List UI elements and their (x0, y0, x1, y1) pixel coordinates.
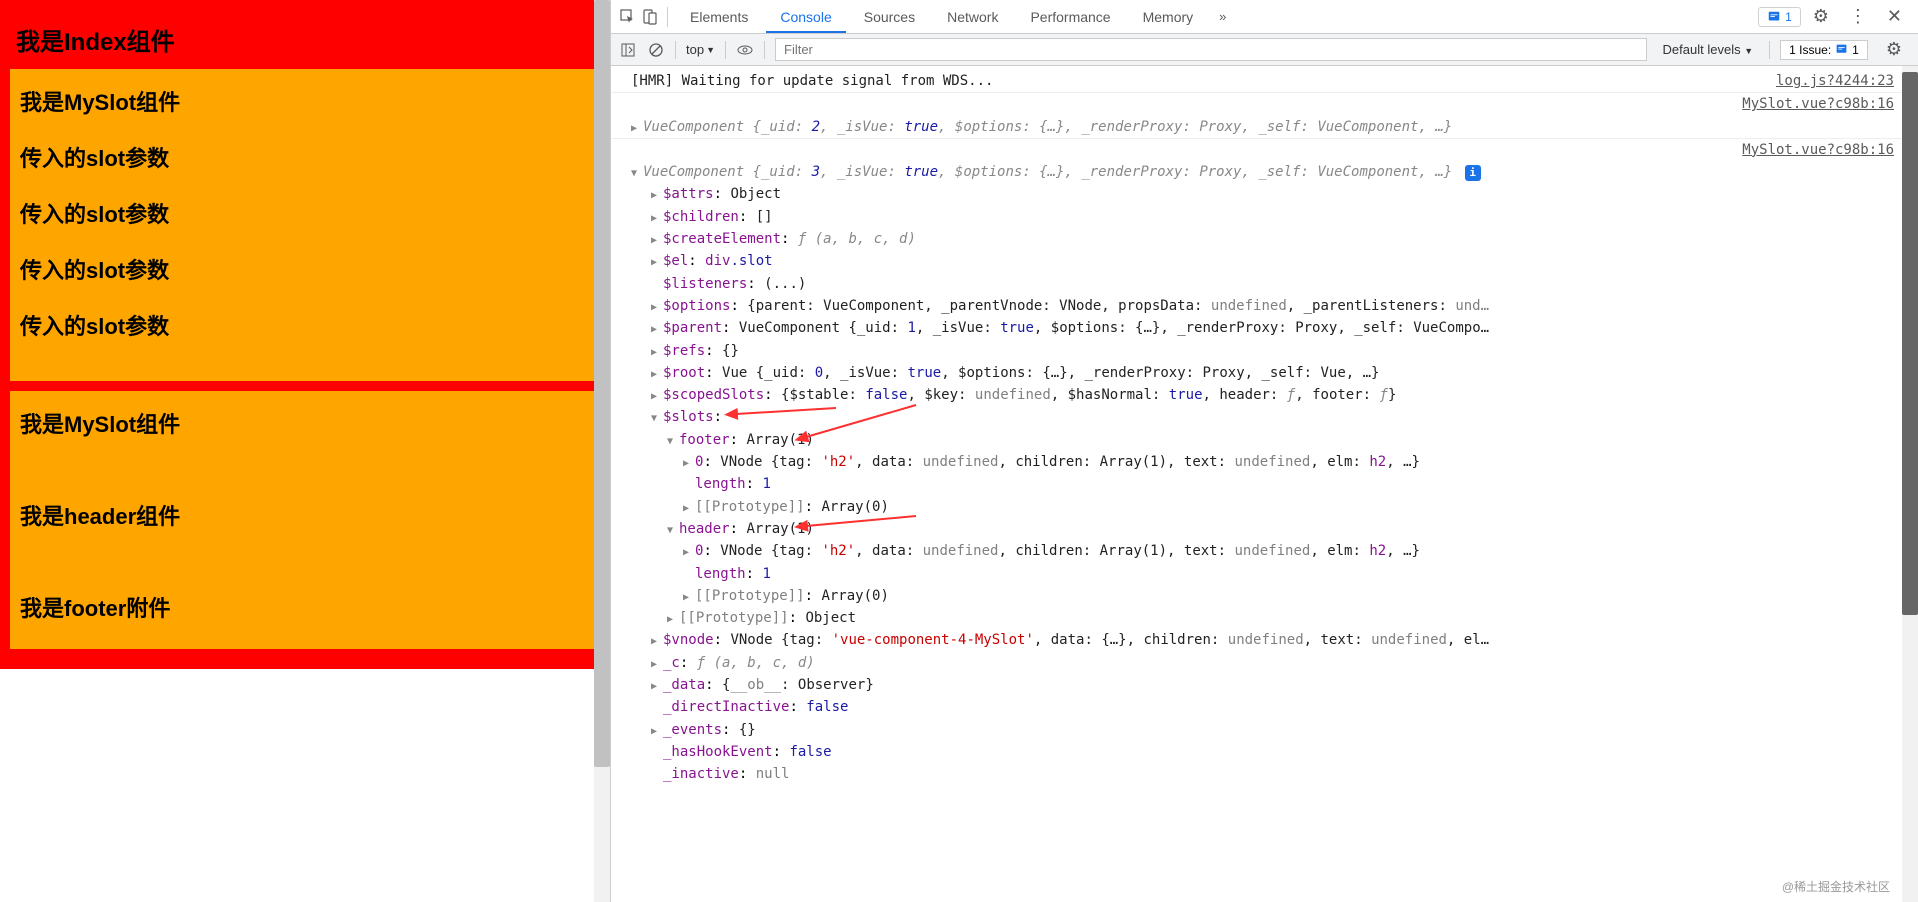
expand-icon[interactable] (667, 608, 679, 628)
close-icon[interactable]: ✕ (1879, 2, 1910, 31)
expand-icon[interactable] (651, 184, 663, 204)
myslot-component-2: 我是MySlot组件 我是header组件 我是footer附件 (10, 391, 600, 649)
console-toolbar: top ▼ Default levels ▼ 1 Issue: 1 ⚙ (611, 34, 1918, 66)
expand-icon[interactable] (651, 296, 663, 316)
tab-console[interactable]: Console (766, 1, 845, 33)
eye-icon[interactable] (736, 41, 754, 59)
expand-icon[interactable] (651, 207, 663, 227)
expand-icon[interactable] (651, 251, 663, 271)
kebab-icon[interactable]: ⋮ (1841, 2, 1875, 31)
expand-icon[interactable] (651, 675, 663, 695)
expand-icon[interactable] (651, 630, 663, 650)
collapse-icon[interactable] (667, 519, 679, 539)
expand-icon[interactable] (651, 720, 663, 740)
source-link[interactable]: MySlot.vue?c98b:16 (1742, 140, 1894, 160)
slot-param: 传入的slot参数 (20, 253, 590, 285)
clear-icon[interactable] (647, 41, 665, 59)
expand-icon[interactable] (683, 452, 695, 472)
issue-count: 1 (1785, 10, 1792, 24)
scrollbar[interactable] (1902, 66, 1918, 902)
expand-icon[interactable] (651, 385, 663, 405)
scrollbar[interactable] (594, 0, 610, 902)
expand-icon[interactable] (651, 229, 663, 249)
filter-input[interactable] (775, 38, 1647, 61)
tab-elements[interactable]: Elements (676, 1, 762, 33)
app-viewport: 我是Index组件 我是MySlot组件 传入的slot参数 传入的slot参数… (0, 0, 610, 902)
slot-param: 传入的slot参数 (20, 309, 590, 341)
expand-icon[interactable] (651, 653, 663, 673)
index-title: 我是Index组件 (10, 10, 600, 69)
device-icon[interactable] (641, 8, 659, 26)
sidebar-toggle-icon[interactable] (619, 41, 637, 59)
expand-icon[interactable] (651, 341, 663, 361)
console-output[interactable]: [HMR] Waiting for update signal from WDS… (611, 66, 1902, 902)
expand-icon[interactable] (683, 541, 695, 561)
issue-badge[interactable]: 1 (1758, 7, 1801, 27)
tab-sources[interactable]: Sources (850, 1, 929, 33)
header-slot: 我是header组件 (20, 499, 590, 531)
gear-icon[interactable]: ⚙ (1878, 35, 1910, 64)
devtools-tabs: Elements Console Sources Network Perform… (611, 0, 1918, 34)
watermark: @稀土掘金技术社区 (1782, 879, 1890, 896)
expand-icon[interactable] (683, 586, 695, 606)
gear-icon[interactable]: ⚙ (1805, 2, 1837, 31)
collapse-icon[interactable] (631, 162, 643, 182)
expand-icon[interactable] (651, 318, 663, 338)
expand-icon[interactable] (651, 363, 663, 383)
issues-pill[interactable]: 1 Issue: 1 (1780, 40, 1868, 60)
log-levels-selector[interactable]: Default levels ▼ (1657, 42, 1760, 57)
inspect-icon[interactable] (619, 8, 637, 26)
index-component: 我是Index组件 我是MySlot组件 传入的slot参数 传入的slot参数… (0, 0, 610, 669)
myslot-title: 我是MySlot组件 (20, 85, 590, 117)
source-link[interactable]: log.js?4244:23 (1776, 71, 1894, 91)
myslot-title: 我是MySlot组件 (20, 407, 590, 439)
info-badge-icon[interactable]: i (1465, 165, 1481, 181)
tab-performance[interactable]: Performance (1016, 1, 1124, 33)
tab-network[interactable]: Network (933, 1, 1012, 33)
log-message: [HMR] Waiting for update signal from WDS… (631, 71, 993, 91)
footer-slot: 我是footer附件 (20, 591, 590, 623)
collapse-icon[interactable] (667, 430, 679, 450)
myslot-component-1: 我是MySlot组件 传入的slot参数 传入的slot参数 传入的slot参数… (10, 69, 600, 381)
devtools-panel: Elements Console Sources Network Perform… (610, 0, 1918, 902)
expand-icon[interactable] (683, 497, 695, 517)
more-tabs-icon[interactable]: » (1211, 9, 1234, 24)
source-link[interactable]: MySlot.vue?c98b:16 (1742, 94, 1894, 114)
context-selector[interactable]: top ▼ (686, 42, 715, 57)
slot-param: 传入的slot参数 (20, 141, 590, 173)
tab-memory[interactable]: Memory (1129, 1, 1208, 33)
slot-param: 传入的slot参数 (20, 197, 590, 229)
expand-icon[interactable] (631, 117, 643, 137)
collapse-icon[interactable] (651, 407, 663, 427)
